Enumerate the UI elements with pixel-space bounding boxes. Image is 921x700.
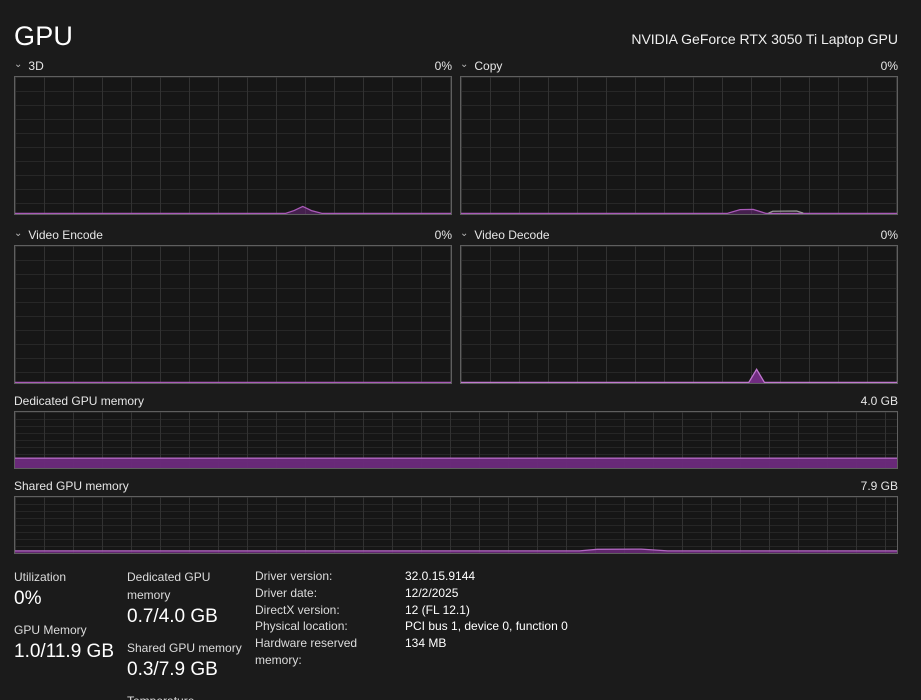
- stat-value: 0.3/7.9 GB: [127, 659, 218, 680]
- chart-percent-video-encode: 0%: [434, 228, 452, 242]
- detail-value: PCI bus 1, device 0, function 0: [405, 619, 568, 634]
- detail-value: 134 MB: [405, 636, 447, 651]
- chart-max-shared-memory: 7.9 GB: [860, 479, 898, 493]
- stat-value: 1.0/11.9 GB: [14, 641, 114, 662]
- chart-header-3d: ⌄ 3D 0%: [14, 56, 452, 76]
- detail-value: 12/2/2025: [405, 585, 459, 600]
- stat-label: Dedicated GPU memory: [127, 570, 211, 602]
- chart-title-dedicated-memory: Dedicated GPU memory: [14, 394, 145, 408]
- stat-utilization: Utilization 0%: [14, 568, 127, 612]
- detail-row-physical-location: Physical location: PCI bus 1, device 0, …: [255, 618, 568, 635]
- detail-label: DirectX version:: [255, 602, 340, 617]
- chart-header-video-decode: ⌄ Video Decode 0%: [460, 225, 898, 245]
- stat-value: 0.7/4.0 GB: [127, 606, 218, 627]
- detail-label: Driver version:: [255, 569, 333, 583]
- chart-header-shared-memory: Shared GPU memory 7.9 GB: [14, 476, 898, 496]
- chart-canvas-video-encode[interactable]: [14, 245, 452, 384]
- chevron-down-icon[interactable]: ⌄: [460, 60, 468, 70]
- chart-panel-video-decode: ⌄ Video Decode 0%: [460, 225, 898, 384]
- chart-header-dedicated-memory: Dedicated GPU memory 4.0 GB: [14, 391, 898, 411]
- stat-value: 0%: [14, 588, 42, 609]
- chart-title-copy: Copy: [474, 59, 503, 73]
- stat-label: GPU Memory: [14, 623, 87, 637]
- chart-canvas-video-decode[interactable]: [460, 245, 898, 384]
- chart-canvas-copy[interactable]: [460, 76, 898, 215]
- chart-percent-3d: 0%: [434, 59, 452, 73]
- device-name: NVIDIA GeForce RTX 3050 Ti Laptop GPU: [631, 31, 898, 48]
- page-title: GPU: [14, 21, 74, 51]
- chart-row-2: ⌄ Video Encode 0% ⌄ Video Decode 0%: [14, 225, 898, 384]
- detail-row-directx-version: DirectX version: 12 (FL 12.1): [255, 602, 568, 619]
- chart-header-video-encode: ⌄ Video Encode 0%: [14, 225, 452, 245]
- detail-label: Driver date:: [255, 585, 318, 600]
- stats-column-2: Dedicated GPU memory 0.7/4.0 GB Shared G…: [127, 568, 255, 700]
- stats-footer: Utilization 0% GPU Memory 1.0/11.9 GB De…: [14, 568, 898, 700]
- chevron-down-icon[interactable]: ⌄: [14, 229, 22, 239]
- chart-panel-3d: ⌄ 3D 0%: [14, 56, 452, 215]
- stat-shared-gpu-memory: Shared GPU memory 0.3/7.9 GB: [127, 639, 255, 683]
- chart-header-copy: ⌄ Copy 0%: [460, 56, 898, 76]
- chart-percent-video-decode: 0%: [880, 228, 898, 242]
- detail-row-hardware-reserved-memory: Hardware reserved memory: 134 MB: [255, 635, 568, 669]
- chart-canvas-shared-memory[interactable]: [14, 496, 898, 554]
- chart-title-shared-memory: Shared GPU memory: [14, 479, 129, 493]
- chart-panel-video-encode: ⌄ Video Encode 0%: [14, 225, 452, 384]
- stat-label: Shared GPU memory: [127, 641, 242, 655]
- page-header: GPU NVIDIA GeForce RTX 3050 Ti Laptop GP…: [14, 16, 898, 50]
- chart-panel-copy: ⌄ Copy 0%: [460, 56, 898, 215]
- chart-title-video-decode: Video Decode: [474, 228, 550, 242]
- driver-details: Driver version: 32.0.15.9144 Driver date…: [255, 568, 568, 700]
- detail-label: Hardware reserved memory:: [255, 636, 358, 667]
- chart-line-3d: [15, 77, 451, 214]
- chart-percent-copy: 0%: [880, 59, 898, 73]
- chevron-down-icon[interactable]: ⌄: [14, 60, 22, 70]
- detail-value: 12 (FL 12.1): [405, 602, 470, 617]
- chart-max-dedicated-memory: 4.0 GB: [860, 394, 898, 408]
- chart-line-copy: [461, 77, 897, 214]
- detail-value: 32.0.15.9144: [405, 569, 476, 583]
- chart-panel-dedicated-memory: Dedicated GPU memory 4.0 GB: [14, 391, 898, 469]
- stat-dedicated-gpu-memory: Dedicated GPU memory 0.7/4.0 GB: [127, 568, 255, 630]
- chart-canvas-3d[interactable]: [14, 76, 452, 215]
- stat-gpu-memory: GPU Memory 1.0/11.9 GB: [14, 621, 127, 665]
- chart-line-video-encode: [15, 246, 451, 383]
- stat-label: Temperature: [127, 692, 255, 700]
- stats-column-1: Utilization 0% GPU Memory 1.0/11.9 GB: [14, 568, 127, 700]
- chart-line-dedicated-memory: [15, 412, 897, 468]
- chart-canvas-dedicated-memory[interactable]: [14, 411, 898, 469]
- chart-row-1: ⌄ 3D 0% ⌄ Copy 0%: [14, 56, 898, 215]
- chart-line-video-decode: [461, 246, 897, 383]
- detail-row-driver-version: Driver version: 32.0.15.9144: [255, 568, 568, 585]
- chart-title-video-encode: Video Encode: [28, 228, 103, 242]
- detail-label: Physical location:: [255, 619, 348, 634]
- chart-line-shared-memory: [15, 497, 897, 553]
- chart-panel-shared-memory: Shared GPU memory 7.9 GB: [14, 476, 898, 554]
- chevron-down-icon[interactable]: ⌄: [460, 229, 468, 239]
- stat-label: Utilization: [14, 570, 67, 584]
- chart-title-3d: 3D: [28, 59, 44, 73]
- stat-temperature: Temperature 57 °C: [127, 692, 255, 700]
- gpu-performance-page: GPU NVIDIA GeForce RTX 3050 Ti Laptop GP…: [0, 0, 921, 700]
- detail-row-driver-date: Driver date: 12/2/2025: [255, 585, 568, 602]
